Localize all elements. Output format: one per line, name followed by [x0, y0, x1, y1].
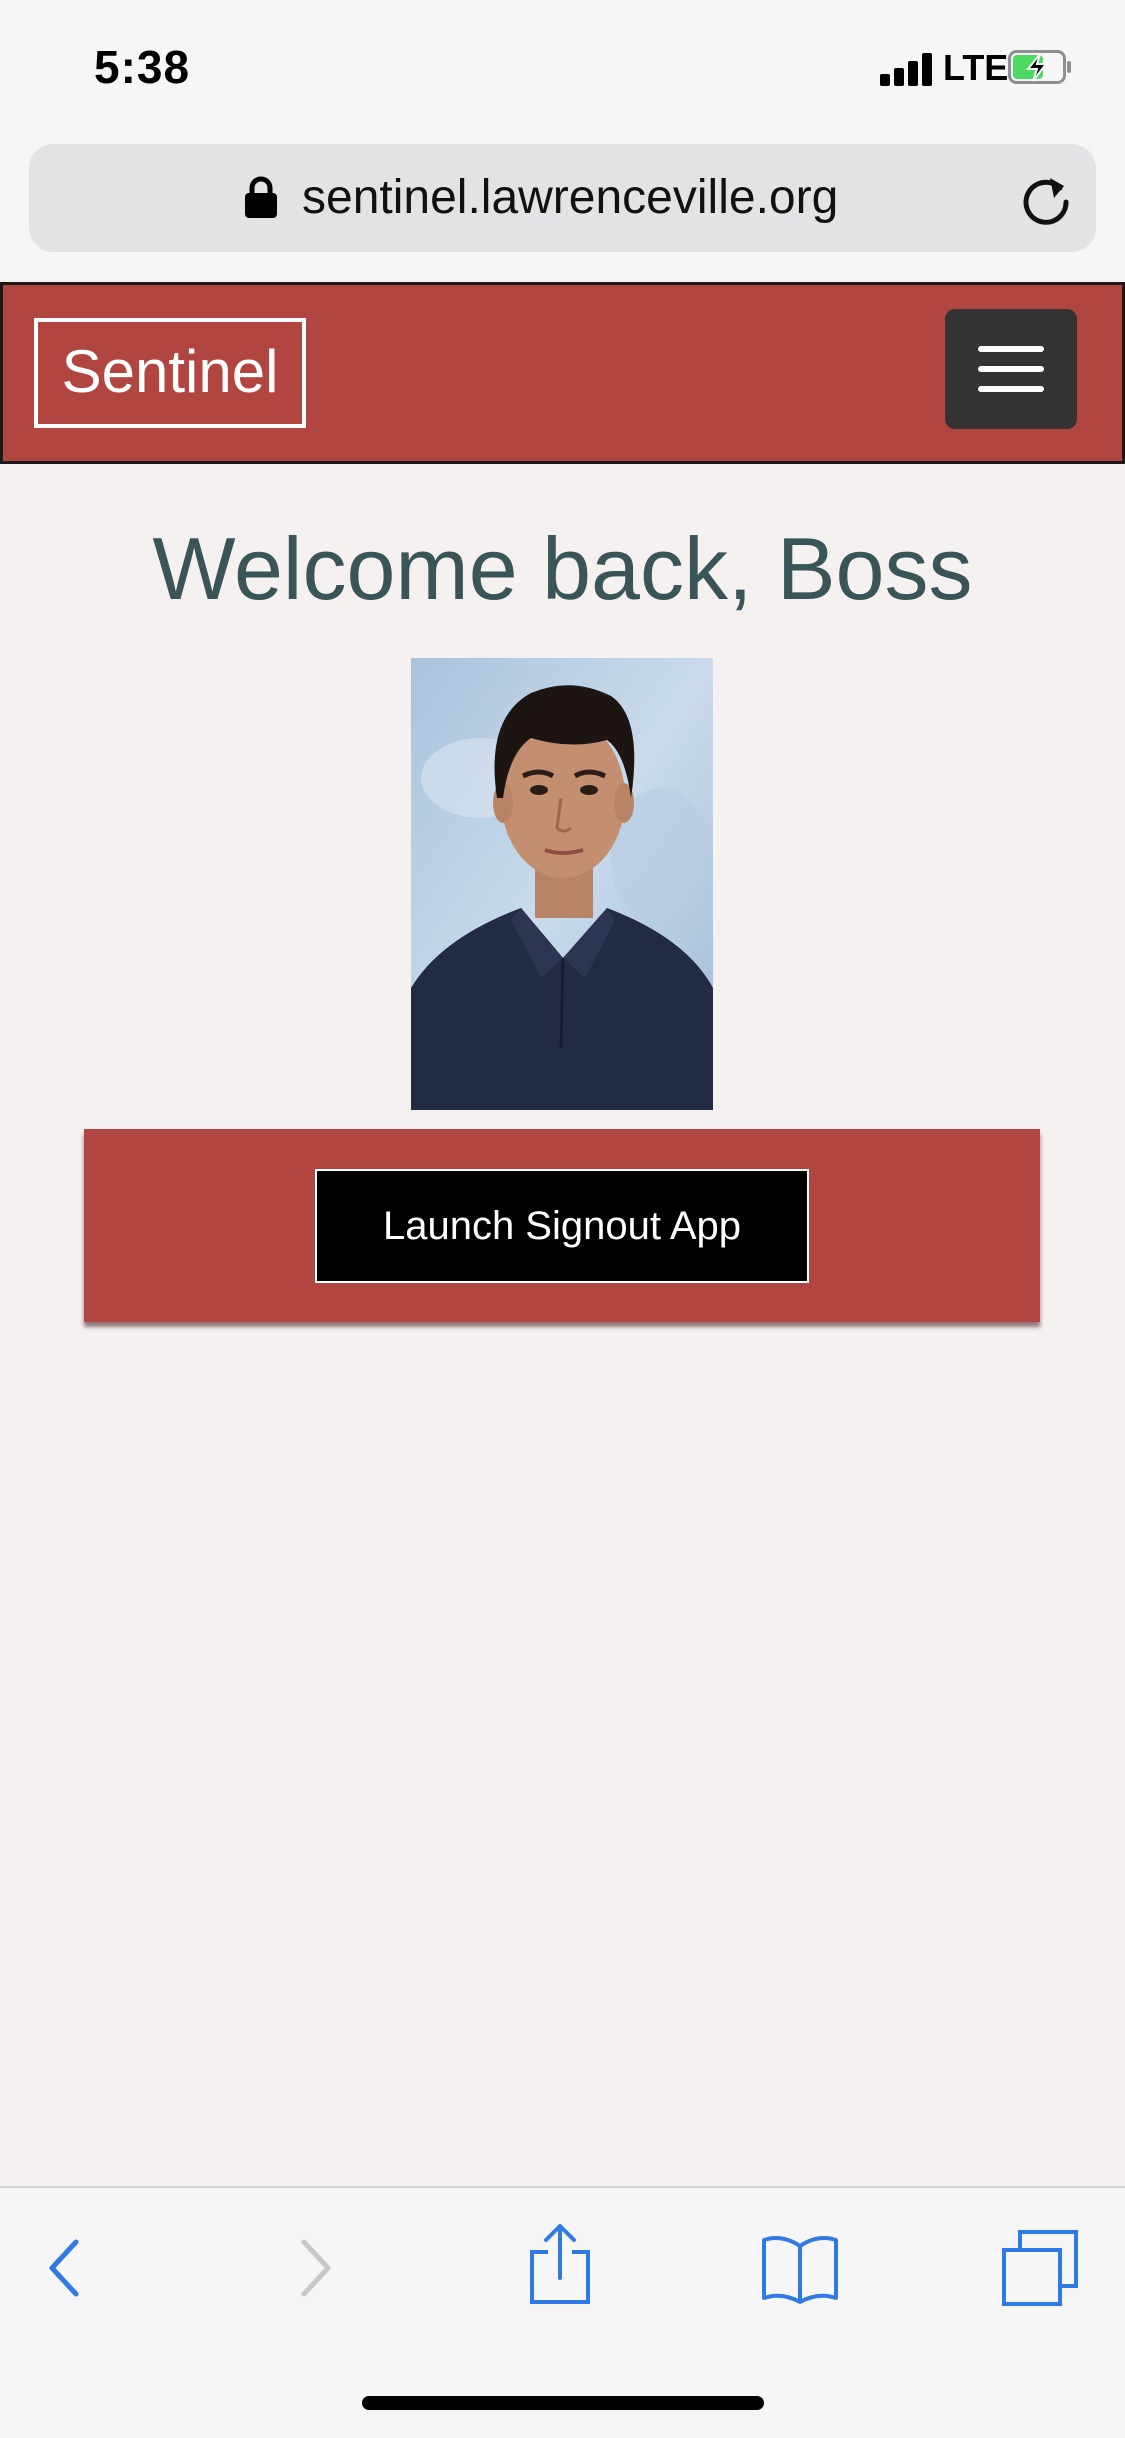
tabs-icon[interactable]: [1000, 2228, 1080, 2308]
network-type: LTE: [943, 47, 1009, 88]
status-bar: 5:38 LTE: [0, 0, 1125, 135]
signal-icon: [880, 52, 936, 86]
bookmarks-icon[interactable]: [760, 2232, 840, 2304]
reload-icon[interactable]: [1016, 168, 1076, 228]
hamburger-menu-icon[interactable]: [945, 309, 1077, 429]
welcome-heading: Welcome back, Boss: [152, 519, 973, 618]
battery-charging-icon: [1008, 50, 1071, 84]
address-text[interactable]: sentinel.lawrenceville.org: [302, 170, 838, 225]
brand-logo[interactable]: Sentinel: [34, 318, 306, 428]
share-icon[interactable]: [528, 2222, 592, 2306]
forward-icon[interactable]: [296, 2238, 336, 2298]
profile-photo: [411, 658, 713, 1110]
launch-signout-button[interactable]: Launch Signout App: [315, 1169, 809, 1283]
lock-icon: [245, 176, 277, 218]
home-indicator: [362, 2396, 764, 2410]
status-time: 5:38: [94, 41, 191, 93]
back-icon[interactable]: [44, 2238, 84, 2298]
